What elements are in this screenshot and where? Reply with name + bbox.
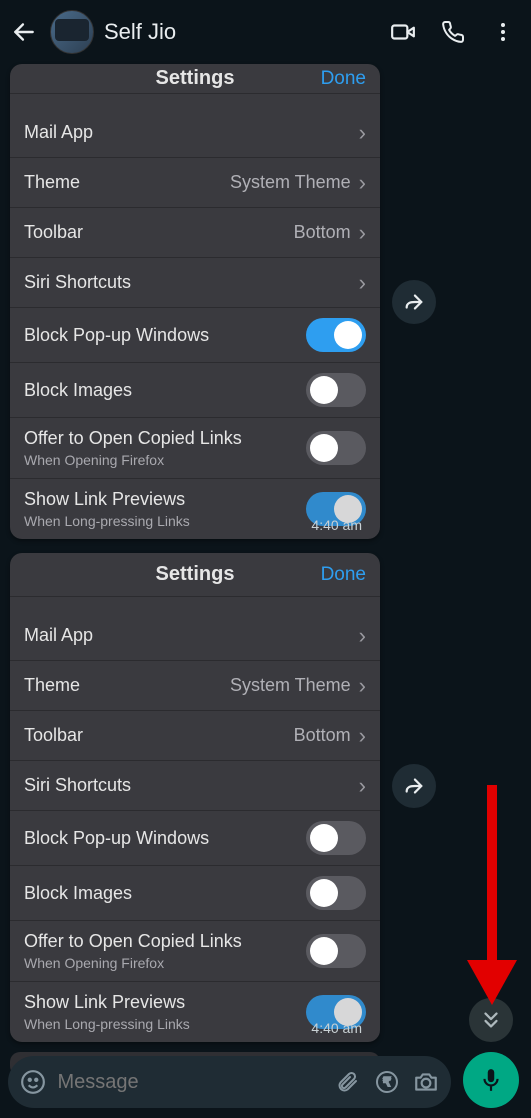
row-sublabel: When Opening Firefox: [24, 955, 306, 971]
toggle-on[interactable]: [306, 318, 366, 352]
row-copied[interactable]: Offer to Open Copied Links When Opening …: [10, 921, 380, 982]
camera-button[interactable]: [412, 1065, 442, 1099]
row-label: Offer to Open Copied Links: [24, 428, 306, 449]
svg-text:₹: ₹: [383, 1075, 391, 1089]
row-theme[interactable]: Theme System Theme ›: [10, 661, 380, 711]
toggle-off[interactable]: [306, 876, 366, 910]
avatar[interactable]: [50, 10, 94, 54]
video-icon: [390, 19, 416, 45]
row-images[interactable]: Block Images: [10, 866, 380, 921]
row-sublabel: When Opening Firefox: [24, 452, 306, 468]
row-sublabel: When Long-pressing Links: [24, 1016, 306, 1032]
chevron-right-icon: ›: [359, 673, 366, 699]
forward-button[interactable]: [392, 280, 436, 324]
message-timestamp: 4:40 am: [311, 1020, 362, 1036]
chevron-right-icon: ›: [359, 220, 366, 246]
toggle-off[interactable]: [306, 373, 366, 407]
chevron-right-icon: ›: [359, 623, 366, 649]
message-image-card[interactable]: Settings Done Mail App › Theme System Th…: [10, 553, 380, 1042]
voice-call-button[interactable]: [433, 12, 473, 52]
row-value: Bottom: [294, 222, 351, 243]
row-label: Theme: [24, 172, 230, 193]
attach-button[interactable]: [333, 1065, 363, 1099]
row-label: Toolbar: [24, 725, 294, 746]
row-label: Show Link Previews: [24, 992, 306, 1013]
chat-title[interactable]: Self Jio: [104, 19, 373, 45]
row-toolbar[interactable]: Toolbar Bottom ›: [10, 208, 380, 258]
done-button[interactable]: Done: [321, 564, 366, 586]
paperclip-icon: [335, 1070, 359, 1094]
card-header: Settings Done: [10, 64, 380, 94]
row-label: Toolbar: [24, 222, 294, 243]
forward-icon: [403, 291, 425, 313]
chevron-right-icon: ›: [359, 170, 366, 196]
emoji-icon: [20, 1069, 46, 1095]
card-title: Settings: [156, 67, 235, 90]
more-vertical-icon: [491, 20, 515, 44]
row-label: Siri Shortcuts: [24, 775, 359, 796]
done-button[interactable]: Done: [321, 68, 366, 90]
row-mail-app[interactable]: Mail App ›: [10, 611, 380, 661]
toggle-off[interactable]: [306, 934, 366, 968]
video-call-button[interactable]: [383, 12, 423, 52]
more-options-button[interactable]: [483, 12, 523, 52]
card-title: Settings: [156, 563, 235, 586]
scroll-down-button[interactable]: [469, 998, 513, 1042]
row-value: Bottom: [294, 725, 351, 746]
row-label: Offer to Open Copied Links: [24, 931, 306, 952]
phone-icon: [441, 20, 465, 44]
emoji-button[interactable]: [18, 1065, 48, 1099]
row-siri[interactable]: Siri Shortcuts ›: [10, 258, 380, 308]
rupee-icon: ₹: [375, 1070, 399, 1094]
payment-button[interactable]: ₹: [372, 1065, 402, 1099]
row-label: Siri Shortcuts: [24, 272, 359, 293]
forward-button[interactable]: [392, 764, 436, 808]
chevron-right-icon: ›: [359, 270, 366, 296]
row-theme[interactable]: Theme System Theme ›: [10, 158, 380, 208]
row-popup[interactable]: Block Pop-up Windows: [10, 308, 380, 363]
row-siri[interactable]: Siri Shortcuts ›: [10, 761, 380, 811]
arrow-left-icon: [11, 19, 37, 45]
chat-body: Settings Done Mail App › Theme System Th…: [0, 64, 531, 1048]
row-sublabel: When Long-pressing Links: [24, 513, 306, 529]
row-label: Mail App: [24, 625, 359, 646]
mic-icon: [478, 1067, 504, 1093]
row-value: System Theme: [230, 675, 351, 696]
forward-icon: [403, 775, 425, 797]
row-label: Block Pop-up Windows: [24, 828, 306, 849]
row-label: Block Images: [24, 883, 306, 904]
chat-header: Self Jio: [0, 0, 531, 64]
card-header: Settings Done: [10, 553, 380, 597]
row-toolbar[interactable]: Toolbar Bottom ›: [10, 711, 380, 761]
toggle-off[interactable]: [306, 821, 366, 855]
row-previews[interactable]: Show Link Previews When Long-pressing Li…: [10, 479, 380, 539]
row-label: Block Images: [24, 380, 306, 401]
double-chevron-down-icon: [480, 1009, 502, 1031]
row-label: Theme: [24, 675, 230, 696]
row-previews[interactable]: Show Link Previews When Long-pressing Li…: [10, 982, 380, 1042]
message-input-bar: ₹: [8, 1056, 451, 1108]
toggle-off[interactable]: [306, 431, 366, 465]
message-input[interactable]: [58, 1071, 323, 1094]
row-label: Show Link Previews: [24, 489, 306, 510]
back-button[interactable]: [8, 16, 40, 48]
chevron-right-icon: ›: [359, 120, 366, 146]
camera-icon: [413, 1069, 439, 1095]
message-image-card[interactable]: Settings Done Mail App › Theme System Th…: [10, 64, 380, 539]
row-popup[interactable]: Block Pop-up Windows: [10, 811, 380, 866]
message-timestamp: 4:40 am: [311, 517, 362, 533]
row-label: Block Pop-up Windows: [24, 325, 306, 346]
row-copied[interactable]: Offer to Open Copied Links When Opening …: [10, 418, 380, 479]
chevron-right-icon: ›: [359, 773, 366, 799]
voice-message-button[interactable]: [463, 1052, 519, 1108]
row-images[interactable]: Block Images: [10, 363, 380, 418]
row-value: System Theme: [230, 172, 351, 193]
row-mail-app[interactable]: Mail App ›: [10, 108, 380, 158]
chevron-right-icon: ›: [359, 723, 366, 749]
row-label: Mail App: [24, 122, 359, 143]
